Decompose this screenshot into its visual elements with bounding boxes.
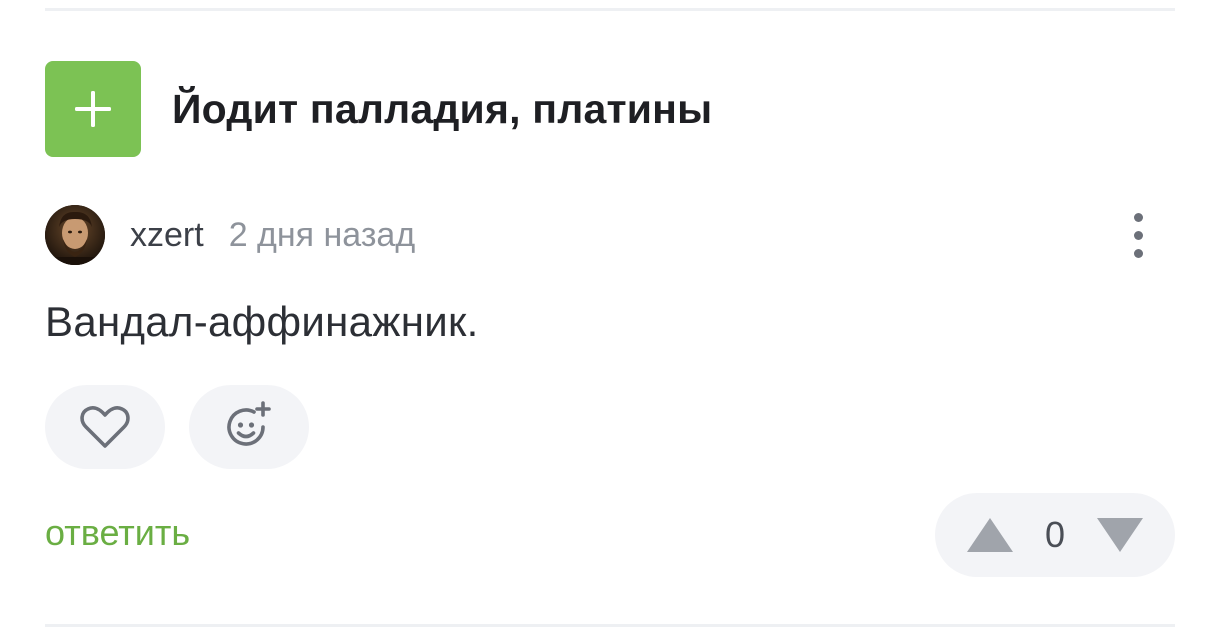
post-title[interactable]: Йодит палладия, платины (172, 86, 712, 133)
triangle-up-icon (967, 518, 1013, 552)
add-reaction-button[interactable] (189, 385, 309, 469)
downvote-button[interactable] (1095, 515, 1145, 555)
menu-dot (1133, 230, 1143, 240)
comment-author-row: xzert 2 дня назад (45, 205, 415, 265)
comment-author[interactable]: xzert (130, 216, 204, 255)
comment-timestamp: 2 дня назад (228, 215, 416, 254)
bottom-divider (45, 624, 1175, 627)
smile-plus-icon (227, 401, 271, 446)
comment-card: Йодит палладия, платины xzert 2 дня наза… (0, 0, 1220, 643)
reply-link[interactable]: ответить (45, 512, 190, 554)
more-vertical-icon[interactable] (1120, 205, 1156, 265)
comment-text: Вандал-аффинажник. (45, 298, 479, 345)
upvote-button[interactable] (965, 515, 1015, 555)
rating-widget: 0 (935, 493, 1175, 577)
top-divider (45, 8, 1175, 11)
avatar[interactable] (45, 205, 105, 265)
menu-dot (1133, 212, 1143, 222)
post-header: Йодит палладия, платины (45, 61, 712, 157)
plus-icon (75, 91, 111, 127)
like-button[interactable] (45, 385, 165, 469)
heart-icon (80, 406, 130, 448)
menu-dot (1133, 248, 1143, 258)
rating-count: 0 (1044, 514, 1066, 555)
avatar-image (45, 205, 105, 265)
expand-button[interactable] (45, 61, 141, 157)
triangle-down-icon (1097, 518, 1143, 552)
